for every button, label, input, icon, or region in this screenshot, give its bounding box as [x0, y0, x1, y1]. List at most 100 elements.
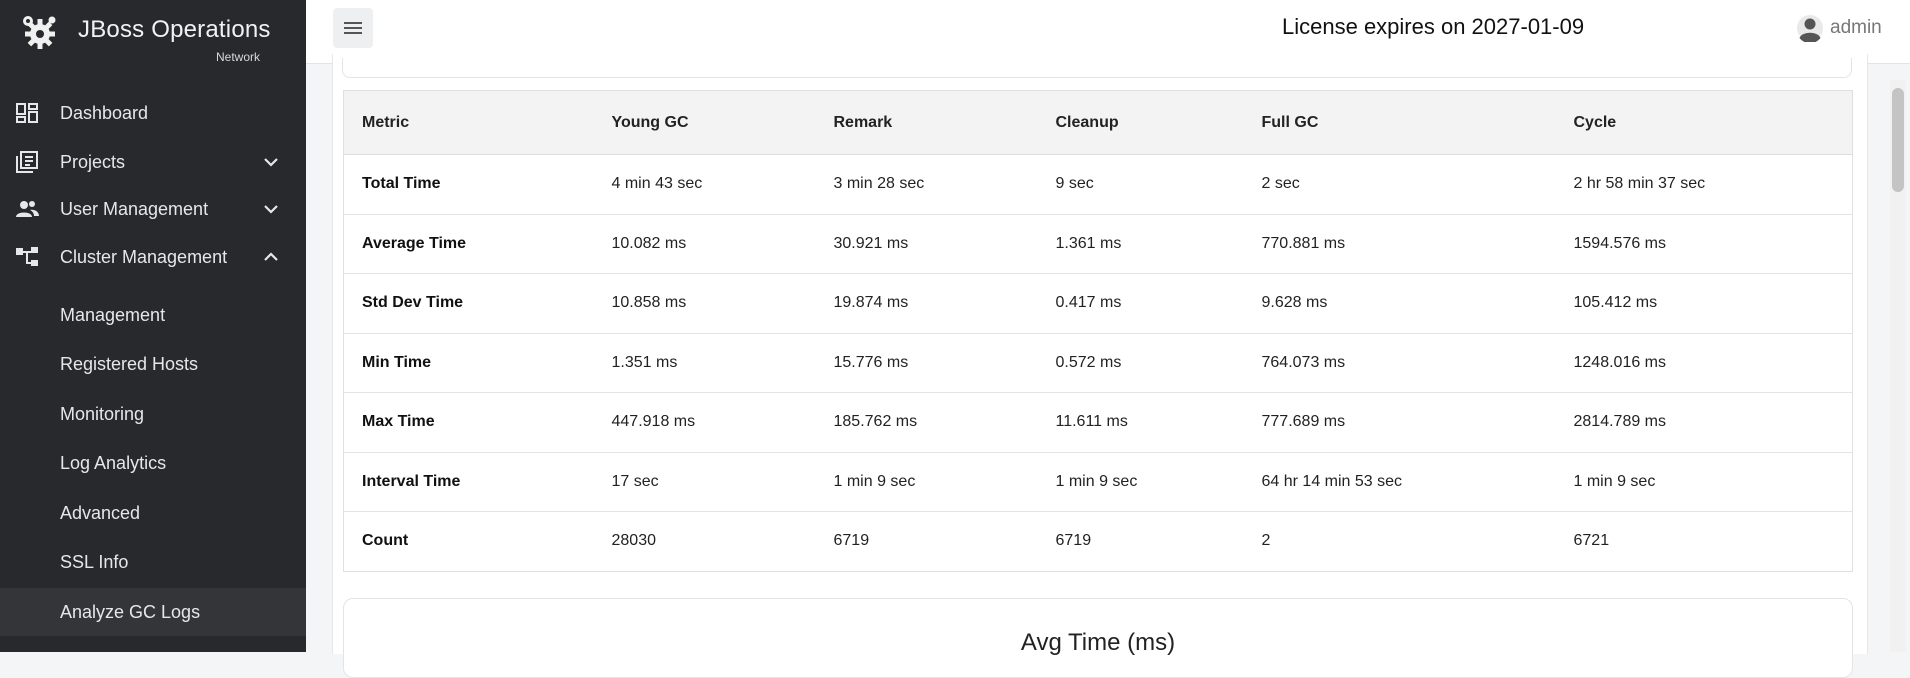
sidebar-item-dashboard[interactable]: Dashboard — [0, 90, 306, 136]
sidebar-subitem-advanced[interactable]: Advanced — [0, 489, 306, 537]
table-cell: 9.628 ms — [1243, 273, 1556, 334]
column-header: Remark — [815, 90, 1038, 155]
sidebar-subitem-management[interactable]: Management — [0, 291, 306, 339]
sidebar-subitem-label: Management — [60, 304, 166, 325]
sidebar-subitem-label: SSL Info — [60, 551, 129, 572]
dashboard-icon — [16, 103, 38, 123]
table-cell: 2 — [1261, 532, 1271, 550]
column-header: Cycle — [1555, 90, 1853, 155]
table-cell: 30.921 ms — [815, 214, 1038, 274]
chevron-down-icon — [264, 205, 278, 214]
sidebar-item-label: Cluster Management — [60, 246, 228, 267]
previous-card-edge — [342, 58, 1852, 78]
hamburger-menu-icon — [344, 22, 362, 34]
brand-title: JBoss Operations — [78, 16, 271, 43]
table-cell: 28030 — [611, 532, 657, 550]
sidebar-subitem-label: Registered Hosts — [60, 353, 199, 374]
table-cell: 64 hr 14 min 53 sec — [1243, 452, 1556, 512]
sidebar-subitem-ssl-info[interactable]: SSL Info — [0, 538, 306, 586]
table-cell: 1.361 ms — [1037, 214, 1244, 274]
table-row: Interval Time 17 sec 1 min 9 sec 1 min 9… — [343, 452, 1853, 512]
column-header: Cleanup — [1037, 90, 1244, 155]
table-cell: 764.073 ms — [1243, 333, 1556, 393]
sidebar-item-label: Projects — [60, 151, 126, 172]
sidebar-item-projects[interactable]: Projects — [0, 139, 306, 185]
row-label: Std Dev Time — [343, 273, 594, 334]
user-name: admin — [1830, 17, 1882, 38]
user-avatar-icon — [1797, 15, 1823, 42]
table-header-row: Metric Young GC Remark Cleanup Full GC C… — [343, 90, 1853, 155]
table-row: Average Time 10.082 ms 30.921 ms 1.361 m… — [343, 214, 1853, 274]
table-cell: 447.918 ms — [593, 392, 816, 453]
avg-time-chart-card: Avg Time (ms) — [343, 598, 1853, 678]
table-cell: 4 min 43 sec — [593, 154, 816, 215]
table-cell: 770.881 ms — [1243, 214, 1556, 274]
column-header: Metric — [343, 90, 594, 155]
sidebar: JBoss Operations Network Dashboard Proje… — [0, 0, 306, 652]
sidebar-subitem-monitoring[interactable]: Monitoring — [0, 390, 306, 438]
table-row: Total Time 4 min 43 sec 3 min 28 sec 9 s… — [343, 154, 1853, 215]
table-row: Std Dev Time 10.858 ms 19.874 ms 0.417 m… — [343, 273, 1853, 334]
table-row: Max Time 447.918 ms 185.762 ms 11.611 ms… — [343, 392, 1853, 453]
sidebar-subitem-log-analytics[interactable]: Log Analytics — [0, 439, 306, 487]
library-books-icon — [16, 151, 38, 173]
chevron-up-icon — [264, 252, 278, 261]
table-cell: 2 sec — [1243, 154, 1556, 215]
table-cell: 105.412 ms — [1555, 273, 1853, 334]
table-cell: 2814.789 ms — [1555, 392, 1853, 453]
table-cell: 1 min 9 sec — [1037, 452, 1244, 512]
table-cell: 9 sec — [1037, 154, 1244, 215]
row-label: Min Time — [343, 333, 594, 393]
table-cell: 6719 — [833, 532, 870, 550]
table-cell: 1 min 9 sec — [815, 452, 1038, 512]
account-tree-icon — [16, 247, 38, 266]
table-cell: 0.417 ms — [1037, 273, 1244, 334]
table-cell: 777.689 ms — [1243, 392, 1556, 453]
gears-logo-icon — [23, 16, 56, 49]
user-menu[interactable]: admin — [1796, 14, 1882, 42]
table-cell: 19.874 ms — [815, 273, 1038, 334]
sidebar-subitem-label: Monitoring — [60, 403, 145, 424]
column-header: Young GC — [593, 90, 816, 155]
table-cell: 6721 — [1573, 532, 1610, 550]
table-cell: 0.572 ms — [1037, 333, 1244, 393]
table-cell: 3 min 28 sec — [815, 154, 1038, 215]
table-cell: 17 sec — [593, 452, 816, 512]
chevron-down-icon — [264, 158, 278, 167]
table-row: Count 28030 6719 6719 2 6721 — [344, 512, 1853, 572]
page-scrollbar-thumb[interactable] — [1892, 88, 1904, 192]
sidebar-item-cluster-management[interactable]: Cluster Management — [0, 234, 306, 280]
table-cell: 1 min 9 sec — [1555, 452, 1853, 512]
sidebar-subitem-analyze-gc-logs[interactable]: Analyze GC Logs — [0, 588, 306, 636]
sidebar-item-label: User Management — [60, 198, 209, 219]
table-cell: 2 hr 58 min 37 sec — [1555, 154, 1853, 215]
brand[interactable]: JBoss Operations Network — [0, 0, 306, 72]
people-icon — [16, 201, 39, 217]
table-cell: 10.082 ms — [593, 214, 816, 274]
table-cell: 11.611 ms — [1037, 392, 1244, 453]
row-label: Average Time — [343, 214, 594, 274]
menu-toggle-button[interactable] — [333, 8, 373, 48]
chart-title: Avg Time (ms) — [1020, 629, 1176, 656]
table-cell: 1.351 ms — [593, 333, 816, 393]
gc-statistics-table: Metric Young GC Remark Cleanup Full GC C… — [343, 90, 1853, 572]
sidebar-subitem-registered-hosts[interactable]: Registered Hosts — [0, 340, 306, 388]
sidebar-item-label: Dashboard — [60, 102, 149, 123]
sidebar-item-user-management[interactable]: User Management — [0, 186, 306, 232]
row-label: Total Time — [343, 154, 594, 215]
table-row: Min Time 1.351 ms 15.776 ms 0.572 ms 764… — [343, 333, 1853, 393]
brand-subtitle: Network — [216, 50, 261, 64]
license-expiry-text: License expires on 2027-01-09 — [1282, 14, 1585, 39]
sidebar-subitem-label: Log Analytics — [60, 452, 167, 473]
table-cell: 185.762 ms — [815, 392, 1038, 453]
row-label: Max Time — [343, 392, 594, 453]
row-label: Interval Time — [343, 452, 594, 512]
main-content: Metric Young GC Remark Cleanup Full GC C… — [306, 54, 1910, 678]
table-cell: 1594.576 ms — [1555, 214, 1853, 274]
table-cell: 15.776 ms — [815, 333, 1038, 393]
table-cell: 10.858 ms — [593, 273, 816, 334]
row-label: Count — [362, 532, 409, 550]
table-cell: 6719 — [1055, 532, 1092, 550]
sidebar-subitem-label: Advanced — [60, 502, 141, 523]
column-header: Full GC — [1243, 90, 1556, 155]
